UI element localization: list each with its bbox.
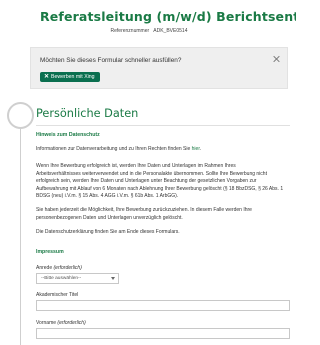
retention-line: Arbeitsverhältnisses weiterverwendet und… bbox=[36, 170, 267, 177]
salutation-required-text: (erforderlich) bbox=[53, 265, 82, 271]
apply-with-xing-label: Bewerben mit Xing bbox=[51, 74, 95, 80]
reference-value: ADK_BVE0514 bbox=[153, 28, 188, 34]
xing-autofill-panel: Möchten Sie dieses Formular schneller au… bbox=[30, 47, 288, 89]
close-icon[interactable] bbox=[272, 55, 280, 63]
privacy-info-text-body: Informationen zur Datenverarbeitung und … bbox=[36, 146, 192, 152]
retention-line: erfolgreich sein, werden Ihre Daten und … bbox=[36, 178, 257, 185]
salutation-select[interactable]: --Bitte auswählen-- bbox=[36, 273, 119, 284]
apply-with-xing-button[interactable]: ✕ Bewerben mit Xing bbox=[40, 72, 100, 82]
privacy-policy-note: Die Datenschutzerklärung finden Sie am E… bbox=[36, 229, 180, 235]
academic-title-label: Akademischer Titel bbox=[36, 292, 79, 298]
impressum-heading[interactable]: Impressum bbox=[36, 249, 64, 255]
section-title-personal-data: Persönliche Daten bbox=[36, 107, 139, 120]
xing-question: Möchten Sie dieses Formular schneller au… bbox=[40, 57, 182, 64]
retention-line: BDSG (neu) i.V.m. § 15 Abs. 4 AGG i.V.m.… bbox=[36, 193, 179, 200]
academic-title-input[interactable] bbox=[36, 300, 290, 311]
section-divider bbox=[36, 125, 290, 126]
reference-number: Referenznummer ADK_BVE0514 bbox=[0, 28, 298, 34]
timeline-line bbox=[20, 113, 21, 345]
withdraw-line: personenbezogenen Daten und Unterlagen u… bbox=[36, 214, 183, 221]
retention-line: Aufbewahrung mit Ablauf von 6 Monaten na… bbox=[36, 185, 284, 192]
withdraw-paragraph: Sie haben jederzeit die Möglichkeit, Ihr… bbox=[36, 207, 290, 222]
chevron-down-icon bbox=[111, 277, 115, 280]
reference-label: Referenznummer bbox=[110, 28, 150, 34]
retention-paragraph: Wenn Ihre Bewerbung erfolgreich ist, wer… bbox=[36, 163, 290, 201]
salutation-label: Anrede (erforderlich) bbox=[36, 265, 82, 271]
timeline-step-marker bbox=[7, 102, 34, 129]
first-name-required-text: (erforderlich) bbox=[57, 320, 86, 326]
first-name-label-text: Vorname bbox=[36, 320, 57, 326]
privacy-info-text: Informationen zur Datenverarbeitung und … bbox=[36, 146, 290, 154]
job-title: Referatsleitung (m/w/d) Berichtsentwickl… bbox=[40, 9, 296, 24]
xing-logo-icon: ✕ bbox=[44, 74, 50, 80]
withdraw-line: Sie haben jederzeit die Möglichkeit, Ihr… bbox=[36, 207, 252, 213]
privacy-heading: Hinweis zum Datenschutz bbox=[36, 132, 100, 138]
privacy-info-text-end: . bbox=[199, 146, 202, 152]
salutation-select-value: --Bitte auswählen-- bbox=[41, 276, 82, 281]
first-name-input[interactable] bbox=[36, 328, 290, 339]
privacy-info-link[interactable]: hier bbox=[192, 146, 200, 152]
first-name-label: Vorname (erforderlich) bbox=[36, 320, 86, 326]
salutation-label-text: Anrede bbox=[36, 265, 53, 271]
retention-line: Wenn Ihre Bewerbung erfolgreich ist, wer… bbox=[36, 163, 236, 169]
